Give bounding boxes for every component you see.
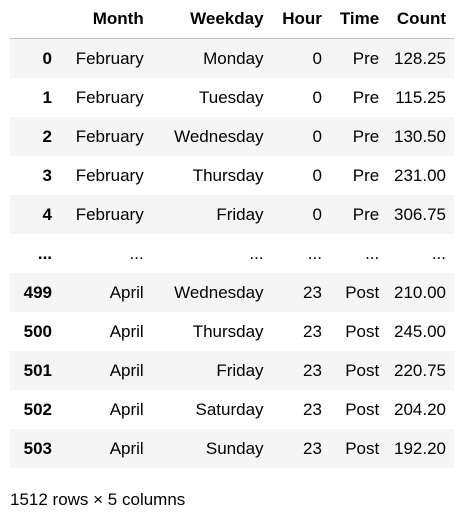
cell-count: 204.20 — [394, 399, 446, 419]
ellipsis-row: ... ... ... ... ... ... — [10, 234, 454, 273]
cell-time: Pre — [352, 165, 380, 185]
cell-time: Post — [345, 399, 380, 419]
index-header — [10, 0, 61, 39]
table-row: 503 April Sunday 23 Post 192.20 — [10, 429, 454, 468]
cell-weekday: Friday — [216, 204, 264, 224]
row-index: 4 — [42, 204, 53, 224]
column-header-month: Month — [60, 0, 152, 39]
table-row: 500 April Thursday 23 Post 245.00 — [10, 312, 454, 351]
row-index: 499 — [23, 282, 53, 302]
cell-time: Post — [345, 321, 380, 341]
cell-weekday: Wednesday — [174, 126, 264, 146]
cell-weekday: Wednesday — [174, 282, 264, 302]
cell-month: April — [109, 399, 144, 419]
table-row: 499 April Wednesday 23 Post 210.00 — [10, 273, 454, 312]
table-row: 3 February Thursday 0 Pre 231.00 — [10, 156, 454, 195]
cell-hour: 23 — [303, 438, 322, 458]
column-header-count: Count — [387, 0, 454, 39]
table-row: 0 February Monday 0 Pre 128.25 — [10, 38, 454, 78]
cell-month: February — [75, 165, 144, 185]
cell-hour: 23 — [303, 399, 322, 419]
row-index: 0 — [42, 48, 53, 68]
cell-month: April — [109, 282, 144, 302]
cell-hour: 23 — [303, 321, 322, 341]
cell-count: 115.25 — [395, 87, 446, 107]
cell-month: February — [75, 126, 144, 146]
cell-hour: 23 — [303, 282, 322, 302]
cell-month: April — [109, 438, 144, 458]
cell-time: Post — [345, 282, 380, 302]
table-row: 501 April Friday 23 Post 220.75 — [10, 351, 454, 390]
row-index: 503 — [23, 438, 53, 458]
cell-weekday: Thursday — [192, 321, 264, 341]
column-header-time: Time — [329, 0, 388, 39]
cell-hour: 23 — [303, 360, 322, 380]
row-index: 2 — [42, 126, 53, 146]
cell-count: 220.75 — [394, 360, 446, 380]
cell-hour: 0 — [312, 204, 322, 224]
cell-hour: ... — [307, 243, 322, 263]
cell-count: 245.00 — [394, 321, 446, 341]
dataframe-output: Month Weekday Hour Time Count 0 February… — [10, 0, 454, 468]
cell-count: 130.50 — [394, 126, 446, 146]
row-index: 501 — [23, 360, 53, 380]
row-index: 1 — [42, 87, 53, 107]
cell-hour: 0 — [312, 165, 322, 185]
cell-count: 231.00 — [394, 165, 446, 185]
cell-month: ... — [129, 243, 144, 263]
cell-weekday: Thursday — [192, 165, 264, 185]
cell-hour: 0 — [312, 126, 322, 146]
dataframe-shape-info: 1512 rows × 5 columns — [10, 490, 186, 509]
cell-count: ... — [431, 243, 446, 263]
cell-count: 210.00 — [394, 282, 446, 302]
cell-count: 192.20 — [394, 438, 446, 458]
table-row: 1 February Tuesday 0 Pre 115.25 — [10, 78, 454, 117]
row-index: 3 — [42, 165, 53, 185]
dataframe-table: Month Weekday Hour Time Count 0 February… — [10, 0, 454, 468]
cell-time: Pre — [352, 48, 380, 68]
table-row: 4 February Friday 0 Pre 306.75 — [10, 195, 454, 234]
row-index: 500 — [23, 321, 53, 341]
cell-weekday: Sunday — [205, 438, 264, 458]
cell-weekday: Tuesday — [198, 87, 264, 107]
cell-weekday: Saturday — [195, 399, 264, 419]
cell-time: Post — [345, 360, 380, 380]
row-index: 502 — [23, 399, 53, 419]
table-row: 2 February Wednesday 0 Pre 130.50 — [10, 117, 454, 156]
cell-time: Pre — [352, 87, 380, 107]
header-row: Month Weekday Hour Time Count — [10, 0, 454, 39]
cell-hour: 0 — [312, 87, 322, 107]
column-header-hour: Hour — [271, 0, 330, 39]
cell-time: Pre — [352, 204, 380, 224]
row-index: ... — [37, 243, 53, 263]
column-header-weekday: Weekday — [151, 0, 272, 39]
cell-hour: 0 — [312, 48, 322, 68]
cell-weekday: Friday — [216, 360, 264, 380]
cell-time: Pre — [352, 126, 380, 146]
cell-weekday: ... — [249, 243, 264, 263]
cell-month: February — [75, 48, 144, 68]
table-row: 502 April Saturday 23 Post 204.20 — [10, 390, 454, 429]
cell-count: 128.25 — [394, 48, 446, 68]
cell-month: April — [109, 360, 144, 380]
cell-month: April — [109, 321, 144, 341]
cell-month: February — [75, 204, 144, 224]
cell-month: February — [75, 87, 144, 107]
cell-weekday: Monday — [203, 48, 264, 68]
cell-time: Post — [345, 438, 380, 458]
cell-count: 306.75 — [394, 204, 446, 224]
cell-time: ... — [365, 243, 380, 263]
